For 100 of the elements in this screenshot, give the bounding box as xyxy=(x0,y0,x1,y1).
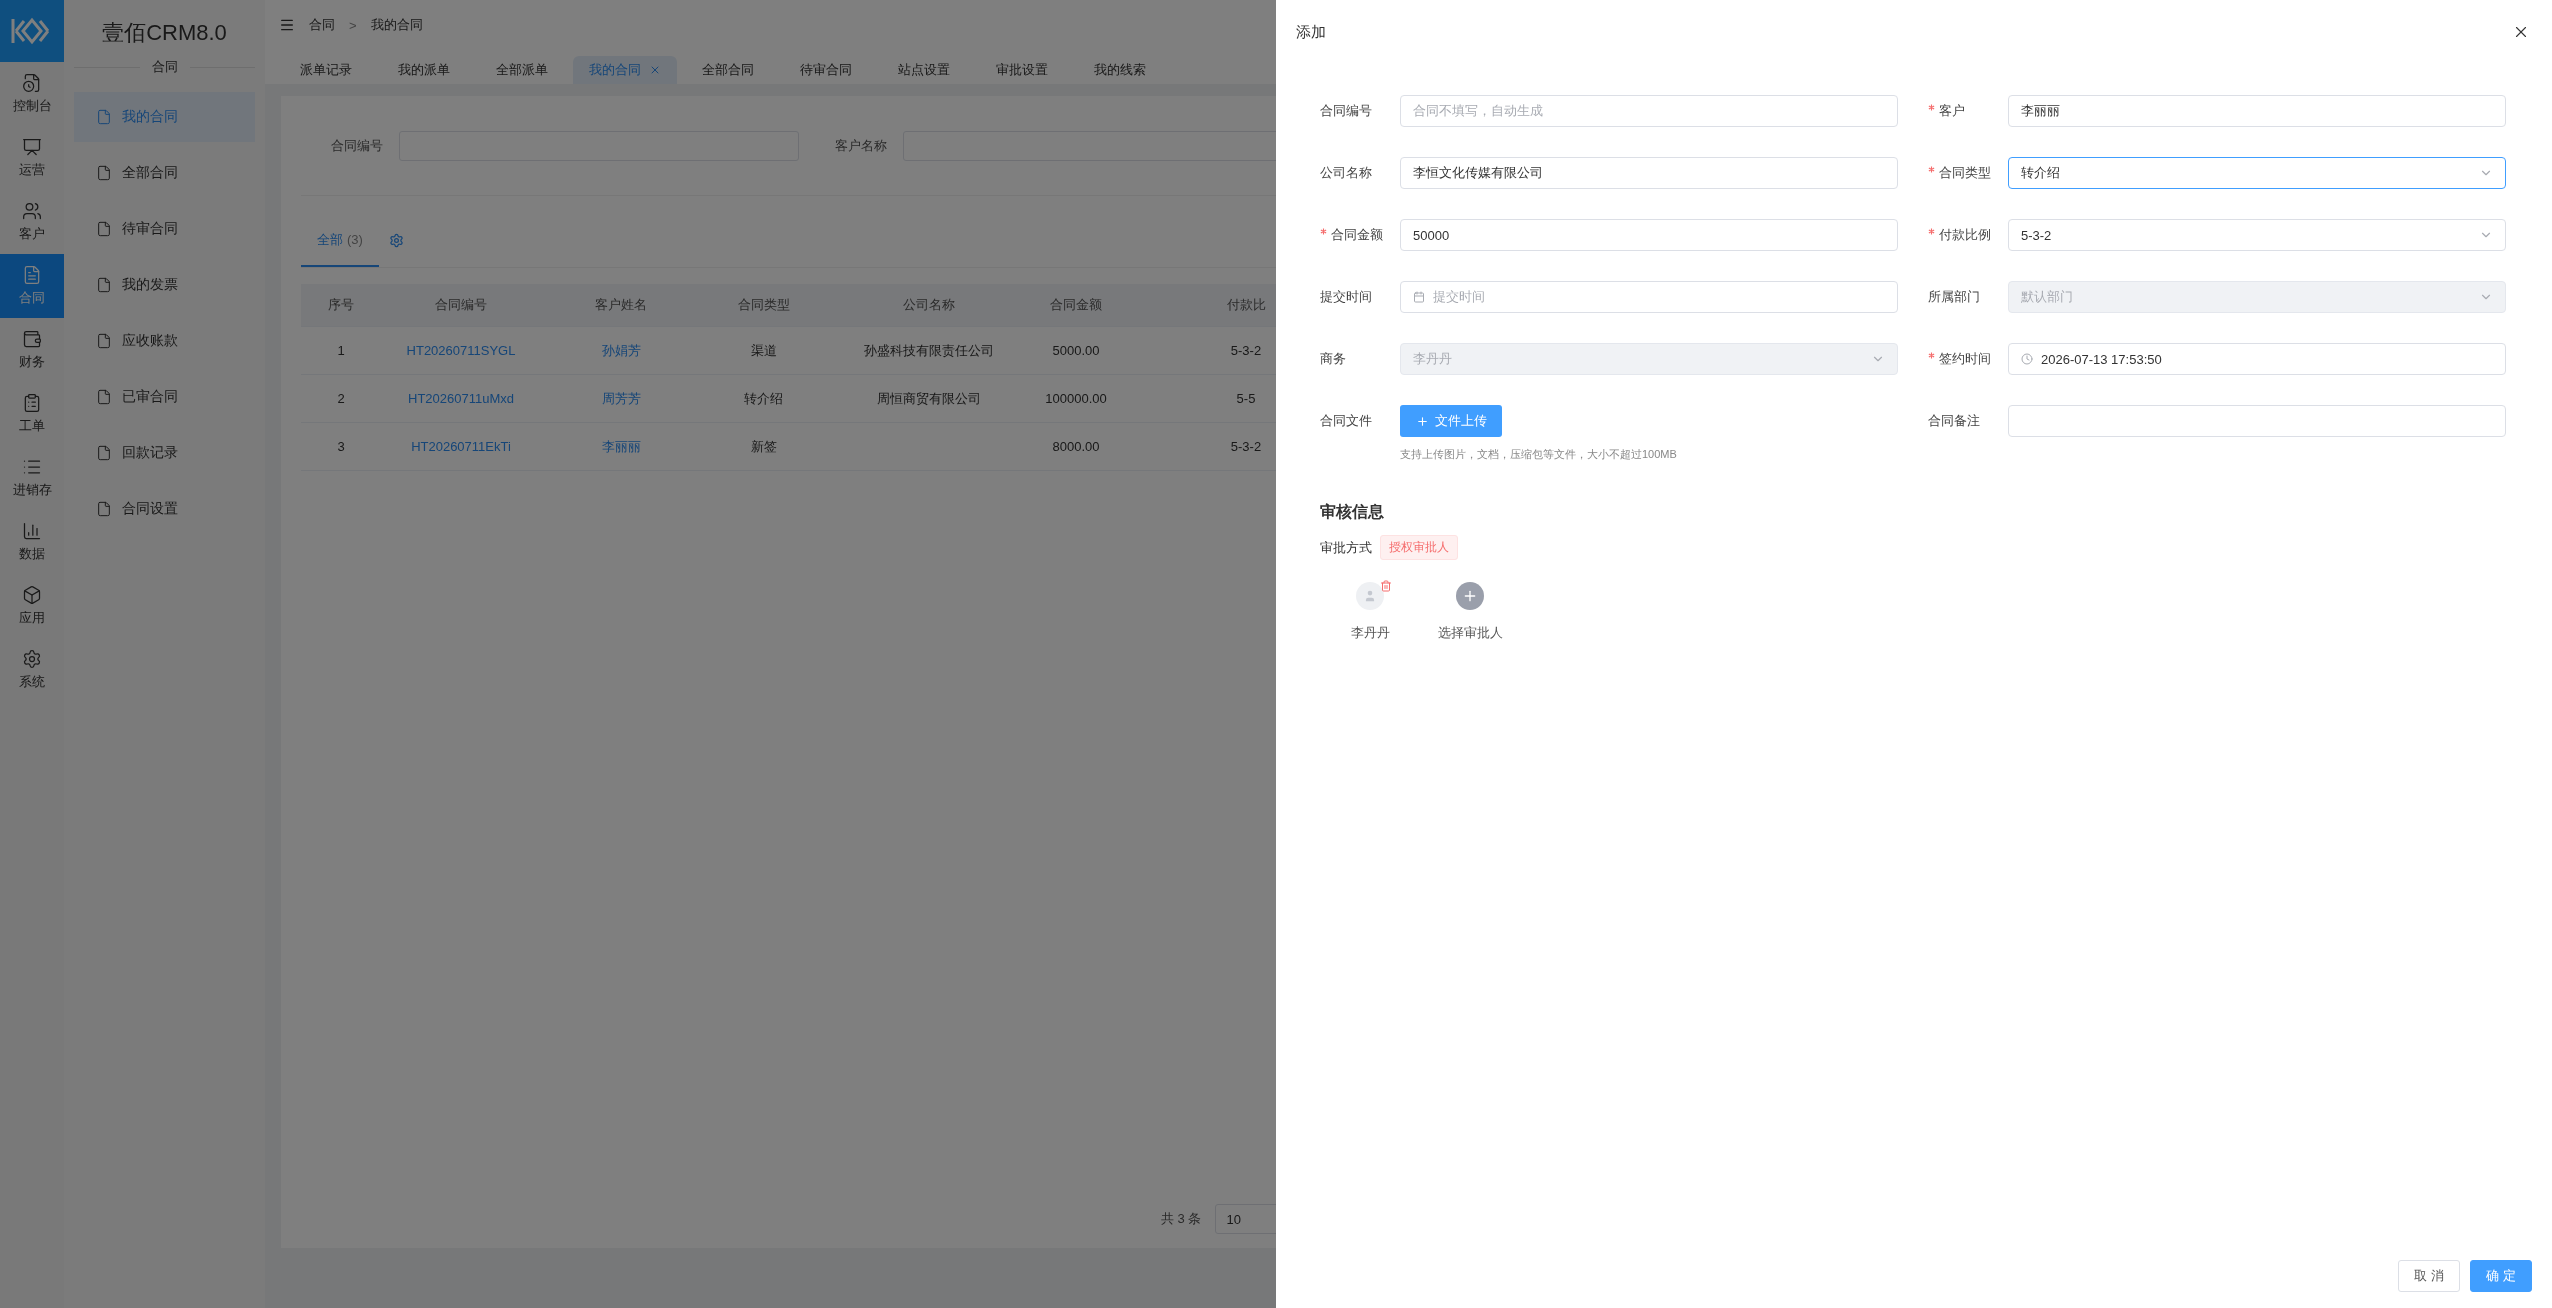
method-label: 审批方式 xyxy=(1320,538,1372,557)
page-tab[interactable]: 我的线索 xyxy=(1073,56,1167,84)
app-title: 壹佰CRM8.0 xyxy=(101,19,228,47)
page-tab[interactable]: 待审合同 xyxy=(779,56,873,84)
page-tab[interactable]: 审批设置 xyxy=(975,56,1069,84)
table-link[interactable]: HT20260711EkTi xyxy=(411,439,511,454)
add-approver-button[interactable] xyxy=(1456,582,1484,610)
column-header: 客户姓名 xyxy=(595,297,647,312)
cancel-button[interactable]: 取 消 xyxy=(2398,1260,2460,1292)
table-cell: 5-3-2 xyxy=(1230,343,1262,358)
rail-label: 进销存 xyxy=(12,481,52,499)
field-label: 合同备注 xyxy=(1928,412,1981,430)
bar-chart-icon xyxy=(22,521,42,541)
menu-item[interactable]: 回款记录 xyxy=(74,428,255,478)
page-tab[interactable]: 站点设置 xyxy=(877,56,971,84)
document-clock-icon xyxy=(22,73,42,93)
clock-icon xyxy=(2021,353,2033,365)
rail-item[interactable]: 数据 xyxy=(0,510,64,574)
cube-icon xyxy=(22,585,42,605)
text-field[interactable]: 50000 xyxy=(1400,219,1898,251)
menu-item[interactable]: 应收账款 xyxy=(74,316,255,366)
field-label: 客户 xyxy=(1928,95,2008,127)
menu-item[interactable]: 我的发票 xyxy=(74,260,255,310)
textarea-field[interactable] xyxy=(2008,405,2506,437)
required-asterisk-icon xyxy=(1928,166,1935,173)
filter-label: 合同编号 xyxy=(331,136,383,155)
table-link[interactable]: 孙娟芳 xyxy=(601,342,641,358)
rail-label: 合同 xyxy=(19,289,45,307)
select-field[interactable]: 5-3-2 xyxy=(2008,219,2506,251)
rail-item[interactable]: 进销存 xyxy=(0,446,64,510)
calendar-icon xyxy=(1413,291,1425,303)
column-header: 合同类型 xyxy=(737,297,790,312)
rail-item[interactable]: 应用 xyxy=(0,574,64,638)
menu-item[interactable]: 我的合同 xyxy=(74,92,255,142)
rail-item[interactable]: 客户 xyxy=(0,190,64,254)
rail-item[interactable]: 系统 xyxy=(0,638,64,702)
upload-button[interactable]: 文件上传 xyxy=(1400,405,1502,437)
breadcrumb-item[interactable]: 合同 xyxy=(309,16,335,34)
required-asterisk-icon xyxy=(1928,104,1935,111)
breadcrumb-item[interactable]: 我的合同 xyxy=(370,16,423,34)
table-cell: 新签 xyxy=(750,438,777,454)
date-field[interactable]: 2026-07-13 17:53:50 xyxy=(2008,343,2506,375)
menu-item[interactable]: 已审合同 xyxy=(74,372,255,422)
rail-label: 应用 xyxy=(19,609,45,627)
menu-item[interactable]: 全部合同 xyxy=(74,148,255,198)
field-label: 合同类型 xyxy=(1928,157,2008,189)
file-icon xyxy=(96,165,112,181)
confirm-button[interactable]: 确 定 xyxy=(2470,1260,2532,1292)
settings-icon[interactable] xyxy=(388,233,404,248)
rail-item[interactable]: 财务 xyxy=(0,318,64,382)
rail-label: 运营 xyxy=(19,161,45,179)
page-tab[interactable]: 全部合同 xyxy=(681,56,775,84)
date-field[interactable]: 提交时间 xyxy=(1400,281,1898,313)
field-label: 合同金额 xyxy=(1320,219,1400,251)
rail-label: 数据 xyxy=(19,545,45,563)
file-icon xyxy=(96,221,112,237)
table-cell: 100000.00 xyxy=(1045,391,1107,406)
column-header: 序号 xyxy=(328,297,354,312)
rail-item[interactable]: 工单 xyxy=(0,382,64,446)
rail-item[interactable]: 合同 xyxy=(0,254,64,318)
list-tab[interactable]: 全部 (3) xyxy=(301,214,379,267)
table-link[interactable]: 周芳芳 xyxy=(601,390,641,406)
text-field[interactable]: 合同不填写，自动生成 xyxy=(1400,95,1898,127)
required-asterisk-icon xyxy=(1320,228,1327,235)
rail-item[interactable]: 控制台 xyxy=(0,62,64,126)
table-link[interactable]: HT20260711uMxd xyxy=(408,391,514,406)
menu-item[interactable]: 待审合同 xyxy=(74,204,255,254)
field-label: 合同文件 xyxy=(1320,412,1373,430)
users-icon xyxy=(22,201,42,221)
delete-icon[interactable] xyxy=(1380,580,1392,592)
field-label: 公司名称 xyxy=(1320,164,1373,182)
settings-icon xyxy=(22,649,42,669)
page-tab[interactable]: 我的合同 xyxy=(573,56,677,84)
file-icon xyxy=(96,109,112,125)
menu-icon[interactable] xyxy=(279,17,295,33)
page-tab[interactable]: 全部派单 xyxy=(475,56,569,84)
menu-item[interactable]: 合同设置 xyxy=(74,484,255,534)
table-cell: 1 xyxy=(337,343,345,358)
rail-label: 系统 xyxy=(19,673,45,691)
text-field[interactable]: 李丽丽 xyxy=(2008,95,2506,127)
add-approver-label: 选择审批人 xyxy=(1437,624,1503,642)
text-field[interactable]: 李恒文化传媒有限公司 xyxy=(1400,157,1898,189)
column-header: 付款比 xyxy=(1226,297,1266,312)
table-cell: 孙盛科技有限责任公司 xyxy=(863,342,994,358)
rail-label: 工单 xyxy=(19,417,45,435)
field-label: 所属部门 xyxy=(1928,288,1981,306)
file-icon xyxy=(96,389,112,405)
plus-icon xyxy=(1462,588,1478,604)
page-tab[interactable]: 我的派单 xyxy=(377,56,471,84)
field-label: 合同编号 xyxy=(1320,102,1373,120)
rail-label: 客户 xyxy=(19,225,45,243)
column-header: 公司名称 xyxy=(902,297,955,312)
plus-icon xyxy=(1415,414,1429,428)
table-cell: 渠道 xyxy=(750,342,777,358)
table-link[interactable]: 李丽丽 xyxy=(601,438,641,454)
page-tab[interactable]: 派单记录 xyxy=(279,56,373,84)
table-link[interactable]: HT20260711SYGL xyxy=(406,343,516,358)
select-field[interactable]: 转介绍 xyxy=(2008,157,2506,189)
table-cell: 周恒商贸有限公司 xyxy=(876,390,981,406)
rail-item[interactable]: 运营 xyxy=(0,126,64,190)
